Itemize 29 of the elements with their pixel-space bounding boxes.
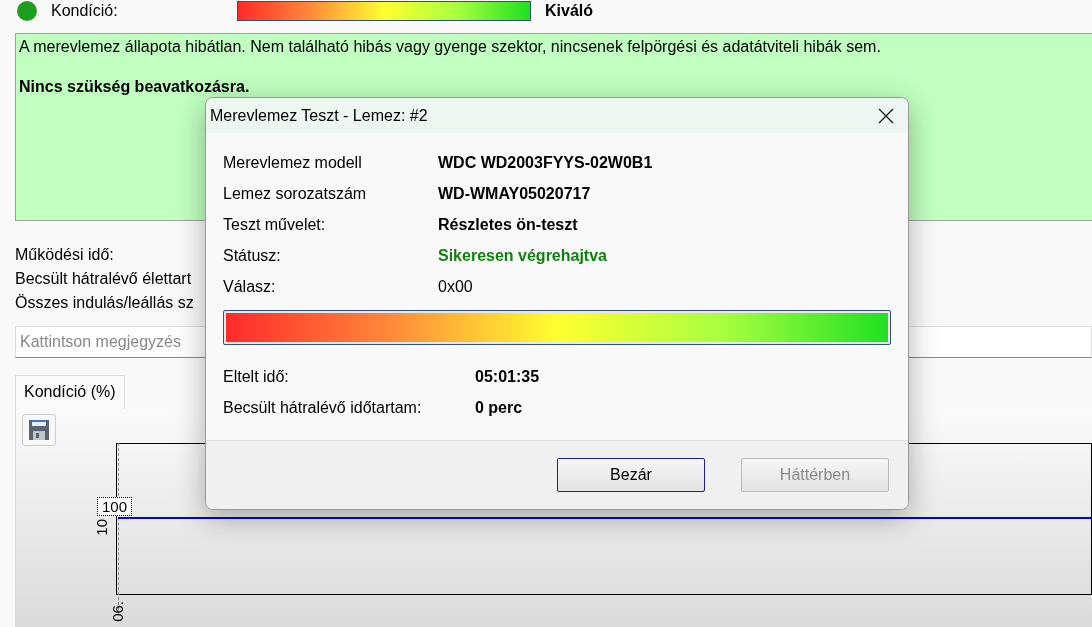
info-label: Működési idő: <box>15 245 114 265</box>
time-label: Becsült hátralévő időtartam: <box>223 398 423 417</box>
field-value: WDC WD2003FYYS-02W0B1 <box>438 153 654 172</box>
chart-tab[interactable]: Kondíció (%) <box>15 375 125 409</box>
y-axis-label: 10 <box>94 519 109 536</box>
dialog-button[interactable]: Bezár <box>557 458 705 492</box>
x-axis-label: 06. <box>110 601 125 622</box>
status-message: A merevlemez állapota hibátlan. Nem található hibás vagy gyenge szektor, nincsenek felpörgési és adatátviteli hibák sem. <box>19 38 882 56</box>
condition-value: Kiváló <box>545 2 593 20</box>
condition-label: Kondíció: <box>51 2 119 20</box>
time-value: 0 perc <box>475 398 524 417</box>
time-value: 05:01:35 <box>475 367 541 386</box>
time-label: Eltelt idő: <box>223 367 290 386</box>
save-icon[interactable] <box>22 414 56 446</box>
close-icon[interactable] <box>878 107 894 124</box>
field-label: Merevlemez modell <box>223 153 363 172</box>
field-label: Válasz: <box>223 277 277 296</box>
value-tooltip: 100 <box>97 497 133 516</box>
field-value: Részletes ön-teszt <box>438 215 579 234</box>
field-value: Sikeresen végrehajtva <box>438 246 608 265</box>
info-label: Becsült hátralévő élettart <box>15 269 192 289</box>
dialog-title: Merevlemez Teszt - Lemez: #2 <box>210 106 428 125</box>
field-label: Lemez sorozatszám <box>223 184 368 203</box>
field-value: 0x00 <box>438 277 474 296</box>
field-label: Státusz: <box>223 246 282 265</box>
advice-text: Nincs szükség beavatkozásra. <box>19 78 251 96</box>
field-label: Teszt művelet: <box>223 215 327 234</box>
field-value: WD-WMAY05020717 <box>438 184 592 203</box>
info-label: Összes indulás/leállás sz <box>15 293 194 313</box>
